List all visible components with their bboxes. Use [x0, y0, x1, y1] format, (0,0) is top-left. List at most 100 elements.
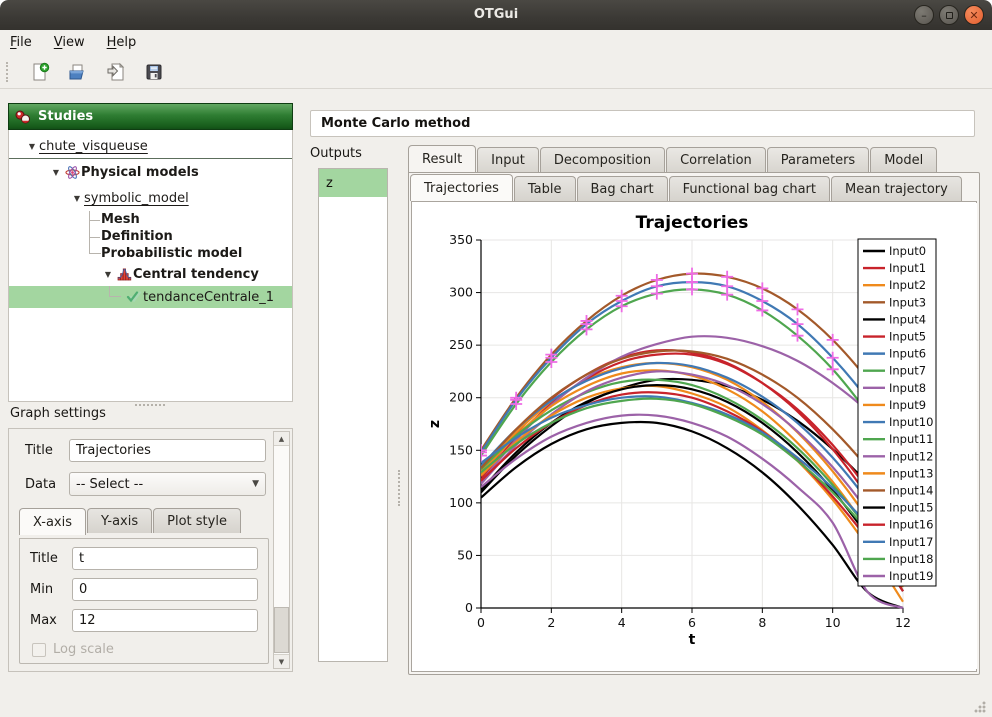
studies-tree: ▼chute_visqueuse▼Physical models▼symboli… — [8, 130, 293, 402]
new-study-button[interactable] — [29, 61, 51, 83]
tree-item-symbolic-model[interactable]: ▼symbolic_model — [9, 185, 292, 211]
tab-parameters[interactable]: Parameters — [767, 147, 869, 172]
tab-decomposition[interactable]: Decomposition — [540, 147, 665, 172]
expander-arrow-icon[interactable]: ▼ — [25, 142, 39, 151]
y-tick-label: 250 — [449, 337, 473, 352]
menu-view[interactable]: View — [54, 35, 85, 50]
menu-help[interactable]: Help — [107, 35, 137, 50]
legend-label: Input0 — [889, 244, 926, 258]
tree-item-physical-models[interactable]: ▼ Physical models — [9, 159, 292, 185]
toolbar-drag-handle[interactable] — [6, 62, 9, 82]
import-script-button[interactable] — [105, 61, 127, 83]
y-tick-label: 100 — [449, 495, 473, 510]
tree-item-mesh[interactable]: Mesh — [9, 211, 292, 228]
legend-label: Input11 — [889, 432, 933, 446]
chevron-down-icon: ▼ — [252, 479, 259, 489]
tab-correlation[interactable]: Correlation — [666, 147, 766, 172]
graph-data-label: Data — [25, 477, 61, 492]
close-button[interactable]: ✕ — [964, 5, 984, 25]
result-sub-tab-bar: TrajectoriesTableBag chartFunctional bag… — [410, 174, 978, 201]
graph-settings-scrollbar[interactable]: ▲ ▼ — [273, 431, 290, 669]
subtab-mean-trajectory[interactable]: Mean trajectory — [831, 176, 962, 201]
toolbar — [0, 55, 992, 89]
subtab-table[interactable]: Table — [514, 176, 576, 201]
legend-label: Input4 — [889, 312, 926, 326]
subtab-bag-chart[interactable]: Bag chart — [577, 176, 668, 201]
outputs-splitter-handle[interactable] — [398, 470, 400, 506]
tree-item-label: Probabilistic model — [101, 246, 242, 261]
tree-item-definition[interactable]: Definition — [9, 228, 292, 245]
tree-item-label: Physical models — [81, 165, 199, 180]
tree-item-probabilistic-model[interactable]: Probabilistic model — [9, 245, 292, 262]
maximize-button[interactable] — [939, 5, 959, 25]
graph-title-label: Title — [25, 443, 61, 458]
x-axis-max-input[interactable]: 12 — [72, 609, 258, 632]
legend-label: Input18 — [889, 552, 933, 566]
tree-branch-line — [109, 286, 121, 297]
close-icon: ✕ — [969, 10, 978, 21]
log-scale-checkbox[interactable] — [32, 643, 46, 657]
result-pane: TrajectoriesTableBag chartFunctional bag… — [408, 172, 980, 675]
x-axis-min-input[interactable]: 0 — [72, 578, 258, 601]
open-study-button[interactable] — [67, 61, 89, 83]
gs-tab-x-axis[interactable]: X-axis — [19, 508, 86, 535]
x-tick-label: 2 — [547, 615, 555, 630]
legend-label: Input14 — [889, 483, 933, 497]
gs-tab-y-axis[interactable]: Y-axis — [87, 508, 152, 533]
tree-item-chute-visqueuse[interactable]: ▼chute_visqueuse — [9, 135, 292, 159]
x-tick-label: 6 — [688, 615, 696, 630]
outputs-list: z — [318, 168, 388, 662]
x-axis-title-input[interactable]: t — [72, 547, 258, 570]
scroll-down-icon[interactable]: ▼ — [274, 654, 289, 668]
tree-item-label: Mesh — [101, 212, 140, 227]
window-title: OTGui — [0, 0, 992, 30]
legend-label: Input13 — [889, 466, 933, 480]
scroll-up-icon[interactable]: ▲ — [274, 432, 289, 446]
check-icon — [126, 290, 142, 304]
y-tick-label: 200 — [449, 390, 473, 405]
menu-file[interactable]: File — [10, 35, 32, 50]
y-tick-label: 0 — [465, 600, 473, 615]
legend-label: Input10 — [889, 415, 933, 429]
subtab-trajectories[interactable]: Trajectories — [410, 174, 513, 201]
save-study-button[interactable] — [143, 61, 165, 83]
expander-arrow-icon[interactable]: ▼ — [101, 270, 115, 279]
legend-label: Input9 — [889, 398, 926, 412]
gs-tab-plot-style[interactable]: Plot style — [153, 508, 241, 533]
window-resize-grip[interactable] — [974, 701, 986, 713]
import-document-icon — [106, 62, 126, 82]
tab-model[interactable]: Model — [870, 147, 937, 172]
legend-label: Input6 — [889, 347, 926, 361]
tree-item-central-tendency[interactable]: ▼ Central tendency — [9, 262, 292, 286]
minimize-button[interactable]: – — [914, 5, 934, 25]
output-item-z[interactable]: z — [319, 169, 387, 197]
tab-result[interactable]: Result — [408, 145, 476, 172]
expander-arrow-icon[interactable]: ▼ — [70, 194, 84, 203]
graph-settings-label: Graph settings — [10, 406, 106, 421]
expander-arrow-icon[interactable]: ▼ — [49, 168, 63, 177]
open-folder-icon — [68, 62, 88, 82]
tree-item-label: symbolic_model — [84, 191, 189, 206]
graph-data-select[interactable]: -- Select -- ▼ — [69, 472, 266, 496]
tree-item-label: Central tendency — [133, 267, 259, 282]
x-tick-label: 0 — [477, 615, 485, 630]
title-bar[interactable]: OTGui – ✕ — [0, 0, 992, 30]
scrollbar-thumb[interactable] — [274, 607, 289, 653]
graph-title-input[interactable]: Trajectories — [69, 439, 266, 462]
y-tick-label: 150 — [449, 442, 473, 457]
subtab-functional-bag-chart[interactable]: Functional bag chart — [669, 176, 830, 201]
application-window: OTGui – ✕ File View Help — [0, 0, 992, 717]
atom-icon — [65, 165, 80, 180]
x-tick-label: 10 — [825, 615, 841, 630]
x-tick-label: 12 — [895, 615, 911, 630]
trajectories-chart[interactable]: 024681012050100150200250300350Trajectori… — [413, 203, 977, 669]
main-tab-bar: ResultInputDecompositionCorrelationParam… — [408, 145, 980, 172]
tree-item-label: chute_visqueuse — [39, 139, 148, 154]
new-document-icon — [30, 62, 50, 82]
dock-splitter-handle[interactable] — [135, 404, 165, 406]
legend-label: Input16 — [889, 518, 933, 532]
tree-item-tendancecentrale-1[interactable]: tendanceCentrale_1 — [9, 286, 292, 308]
tree-branch-line — [89, 211, 101, 228]
legend-label: Input2 — [889, 278, 926, 292]
tab-input[interactable]: Input — [477, 147, 539, 172]
